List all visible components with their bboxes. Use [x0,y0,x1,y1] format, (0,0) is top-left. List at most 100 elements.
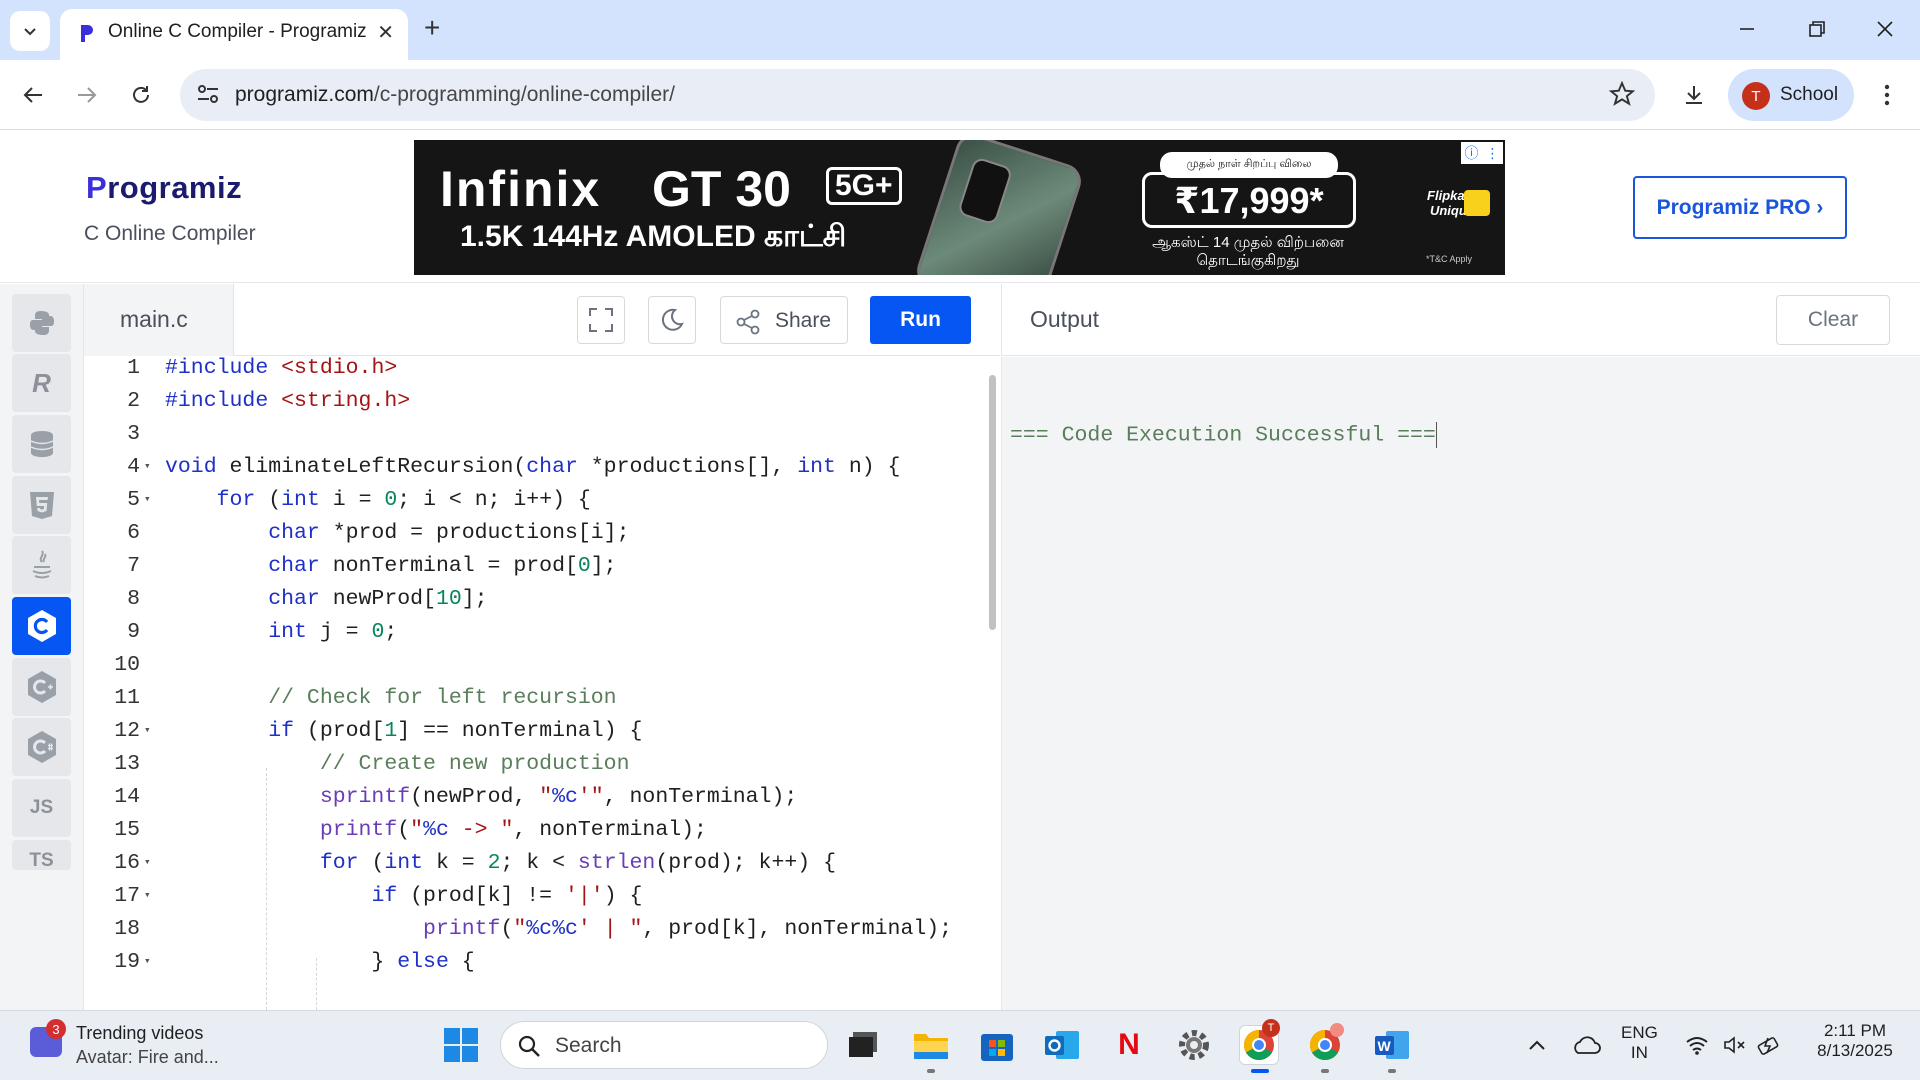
url-host: programiz.com [235,83,374,106]
programiz-pro-button[interactable]: Programiz PRO › [1633,176,1847,239]
ad-model: GT 30 [652,161,791,217]
line-number: 14 [114,785,140,809]
taskbar: 3 Trending videos Avatar: Fire and... Se… [0,1010,1920,1080]
site-info-icon[interactable] [196,82,220,106]
clock[interactable]: 2:11 PM 8/13/2025 [1800,1021,1910,1061]
tab-active[interactable]: Online C Compiler - Programiz ✕ [60,9,408,60]
fold-arrow-icon[interactable]: ▾ [144,484,151,517]
fullscreen-button[interactable] [577,296,625,344]
lang-r[interactable]: R [12,354,71,412]
code-text: void eliminateLeftRecursion(char *produc… [165,455,901,479]
output-text: === Code Execution Successful === [1010,422,1437,448]
editor-scrollbar[interactable] [987,363,997,990]
lang-js[interactable]: JS [12,779,71,837]
language-indicator[interactable]: ENG IN [1621,1023,1658,1063]
widget-subtitle[interactable]: Avatar: Fire and... [76,1047,219,1068]
lang-sql[interactable] [12,415,71,473]
ad-badge: 5G+ [826,167,902,205]
lang-java[interactable] [12,536,71,594]
line-number: 1 [127,357,140,380]
chrome-profile-dot [1330,1023,1344,1037]
forward-button[interactable] [70,78,104,112]
language-code: ENG [1621,1023,1658,1042]
fold-arrow-icon[interactable]: ▾ [144,847,151,880]
code-text: char nonTerminal = prod[0]; [268,554,617,578]
code-editor[interactable]: 1 #include <stdio.h> 2 #include <string.h>… [84,357,1000,1010]
lang-c[interactable] [12,597,71,655]
code-line: 3 [84,418,1000,451]
outlook-button[interactable] [1042,1025,1082,1065]
taskbar-search[interactable]: Search [500,1021,828,1069]
restore-button[interactable] [1802,14,1832,44]
lang-html[interactable] [12,476,71,534]
advertisement-banner[interactable]: Infinix GT 30 5G+ 1.5K 144Hz AMOLED காட்… [414,140,1505,275]
task-view-button[interactable] [843,1025,883,1065]
battery-button[interactable] [1750,1025,1790,1065]
fold-arrow-icon[interactable]: ▾ [144,715,151,748]
profile-button[interactable]: T School [1728,69,1854,121]
store-button[interactable] [977,1025,1017,1065]
ad-options-icon[interactable]: ⋮ [1486,145,1500,162]
lang-ts[interactable]: TS [12,840,71,871]
settings-button[interactable] [1174,1025,1214,1065]
ad-phone-camera [956,156,1014,226]
volume-muted-icon [1724,1036,1745,1054]
share-button[interactable]: Share [720,296,848,344]
tab-search-button[interactable] [10,11,50,51]
lang-python[interactable] [12,294,71,352]
code-text: if (prod[1] == nonTerminal) { [268,719,643,743]
moon-icon [661,308,684,331]
code-text: #include <stdio.h> [165,357,398,380]
omnibox[interactable]: programiz.com/c-programming/online-compi… [180,69,1655,121]
code-line: 10 [84,649,1000,682]
running-indicator [1321,1069,1329,1073]
word-button[interactable]: W [1372,1025,1412,1065]
browser-menu-button[interactable] [1870,78,1904,112]
lang-csharp[interactable] [12,718,71,776]
file-tab[interactable]: main.c [84,284,234,356]
code-text: sprintf(newProd, "%c'", nonTerminal); [319,785,798,809]
close-window-button[interactable] [1870,14,1900,44]
fold-arrow-icon[interactable]: ▾ [144,946,151,979]
dark-mode-button[interactable] [648,296,696,344]
close-icon [1877,21,1893,37]
code-text: } else { [165,950,475,974]
netflix-button[interactable]: N [1109,1025,1149,1065]
volume-button[interactable] [1715,1025,1755,1065]
ad-choices[interactable]: ⓘ ⋮ [1461,142,1503,164]
tab-close-icon[interactable]: ✕ [377,20,394,45]
run-button[interactable]: Run [870,296,971,344]
code-text: printf("%c%c' | ", prod[k], nonTerminal)… [423,917,953,941]
widget-title[interactable]: Trending videos [76,1023,203,1044]
output-title: Output [1030,306,1100,332]
file-explorer-button[interactable] [911,1025,951,1065]
line-number: 3 [127,422,140,446]
browser-tab-bar: Online C Compiler - Programiz ✕ + [0,0,1920,60]
output-console[interactable]: === Code Execution Successful === [1001,357,1920,1010]
line-number: 5 [127,488,140,512]
wifi-button[interactable] [1677,1025,1717,1065]
line-number: 4 [127,455,140,479]
lang-cpp[interactable] [12,658,71,716]
fold-arrow-icon[interactable]: ▾ [144,451,151,484]
downloads-button[interactable] [1677,78,1711,112]
code-text: int j = 0; [268,620,398,644]
output-toolbar: Output Clear [1001,284,1920,356]
minimize-button[interactable] [1732,14,1762,44]
onedrive-button[interactable] [1566,1025,1606,1065]
programiz-logo[interactable]: Programiz [86,170,242,206]
reload-button[interactable] [124,78,158,112]
info-icon[interactable]: ⓘ [1465,143,1479,163]
gear-icon [1179,1030,1209,1060]
new-tab-button[interactable]: + [424,13,440,43]
clear-button[interactable]: Clear [1776,295,1890,345]
show-hidden-icons-button[interactable] [1517,1025,1557,1065]
back-button[interactable] [16,78,50,112]
start-button[interactable] [441,1025,481,1065]
clock-time: 2:11 PM [1823,1021,1887,1040]
bookmark-star-icon[interactable] [1609,81,1635,107]
active-indicator [1251,1069,1269,1073]
ad-sale-text: ஆகஸ்ட் 14 முதல் விற்பனை தொடங்குகிறது [1152,234,1344,269]
fold-arrow-icon[interactable]: ▾ [144,880,151,913]
editor-scrollbar-thumb[interactable] [989,375,996,630]
